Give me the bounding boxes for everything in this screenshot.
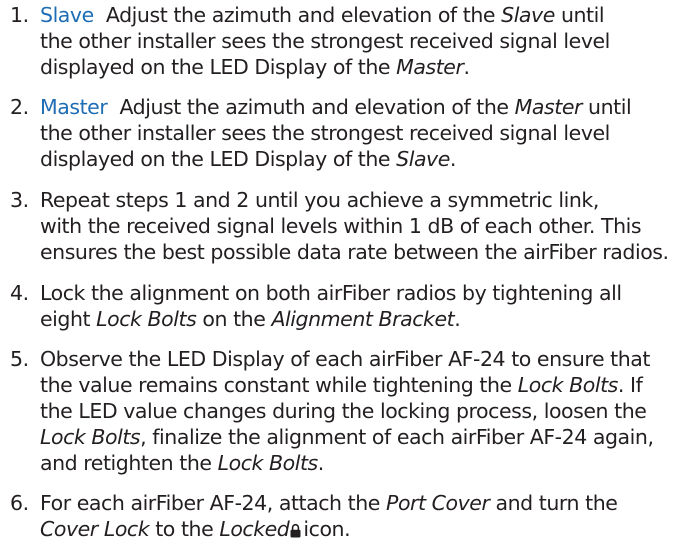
- step-line: with the received signal levels within 1…: [40, 213, 695, 239]
- text-run: and turn the: [489, 491, 618, 515]
- step-line: displayed on the LED Display of the Mast…: [40, 54, 695, 80]
- text-run: displayed on the LED Display of the: [40, 147, 397, 171]
- step-keyword: Master: [40, 95, 108, 119]
- emphasis-term: Lock Bolts: [517, 373, 619, 397]
- emphasis-term: Locked: [219, 517, 290, 541]
- lock-icon: [290, 518, 301, 544]
- text-run: Lock the alignment on both airFiber radi…: [40, 281, 622, 305]
- step-text: Repeat steps 1 and 2 until you achieve a…: [40, 187, 695, 265]
- step-line: eight Lock Bolts on the Alignment Bracke…: [40, 306, 695, 332]
- step-line: Repeat steps 1 and 2 until you achieve a…: [40, 187, 695, 213]
- step-number: 5.: [10, 347, 29, 371]
- step-text: Lock the alignment on both airFiber radi…: [40, 280, 695, 332]
- step-text: Master Adjust the azimuth and elevation …: [40, 94, 695, 172]
- emphasis-term: Master: [514, 95, 583, 119]
- step-line: the value remains constant while tighten…: [40, 372, 695, 398]
- emphasis-term: Slave: [501, 3, 555, 27]
- text-run: ensures the best possible data rate betw…: [40, 240, 669, 264]
- text-run: until: [581, 95, 632, 119]
- text-run: . If: [617, 373, 643, 397]
- text-run: .: [449, 147, 457, 171]
- text-run: on the: [196, 307, 272, 331]
- emphasis-term: Lock Bolts: [40, 425, 141, 449]
- text-run: .: [454, 307, 461, 331]
- text-run: the other installer sees the strongest r…: [40, 121, 610, 145]
- text-run: , finalize the alignment of each airFibe…: [140, 425, 654, 449]
- step-number: 2.: [10, 95, 29, 119]
- emphasis-term: Alignment Bracket: [271, 307, 455, 331]
- step-text: For each airFiber AF-24, attach the Port…: [40, 490, 695, 544]
- emphasis-term: Cover Lock: [40, 517, 150, 541]
- emphasis-term: Lock Bolts: [217, 451, 319, 475]
- step-line: Master Adjust the azimuth and elevation …: [40, 94, 695, 120]
- step-line: Cover Lock to the Locked icon.: [40, 516, 695, 544]
- step-text: Observe the LED Display of each airFiber…: [40, 346, 695, 476]
- text-run: Observe the LED Display of each airFiber…: [40, 347, 651, 371]
- step-line: Lock Bolts, finalize the alignment of ea…: [40, 424, 695, 450]
- step-line: displayed on the LED Display of the Slav…: [40, 146, 695, 172]
- text-run: .: [463, 55, 470, 79]
- emphasis-term: Slave: [396, 147, 450, 171]
- text-run: the LED value changes during the locking…: [40, 399, 647, 423]
- step-line: Slave Adjust the azimuth and elevation o…: [40, 2, 695, 28]
- text-run: Adjust the azimuth and elevation of the: [119, 95, 515, 119]
- step-keyword: Slave: [40, 3, 94, 27]
- step-number: 3.: [10, 188, 29, 212]
- text-run: the value remains constant while tighten…: [40, 373, 518, 397]
- step-line: Lock the alignment on both airFiber radi…: [40, 280, 695, 306]
- text-run: and retighten the: [40, 451, 218, 475]
- step-line: and retighten the Lock Bolts.: [40, 450, 695, 476]
- text-run: icon.: [303, 517, 351, 541]
- text-run: with the received signal levels within 1…: [40, 214, 642, 238]
- text-run: For each airFiber AF-24, attach the: [40, 491, 387, 515]
- text-run: the other installer sees the strongest r…: [40, 29, 610, 53]
- step-number: 4.: [10, 281, 29, 305]
- text-run: .: [317, 451, 325, 475]
- step-line: ensures the best possible data rate betw…: [40, 239, 695, 265]
- step-text: Slave Adjust the azimuth and elevation o…: [40, 2, 695, 80]
- step-line: the LED value changes during the locking…: [40, 398, 695, 424]
- step-line: the other installer sees the strongest r…: [40, 28, 695, 54]
- alignment-steps-list: 1. Slave Adjust the azimuth and elevatio…: [0, 0, 697, 541]
- emphasis-term: Port Cover: [386, 491, 490, 515]
- step-number: 1.: [10, 3, 29, 27]
- step-number: 6.: [10, 491, 29, 515]
- text-run: Adjust the azimuth and elevation of the: [105, 3, 502, 27]
- step-line: the other installer sees the strongest r…: [40, 120, 695, 146]
- text-run: displayed on the LED Display of the: [40, 55, 397, 79]
- step-line: For each airFiber AF-24, attach the Port…: [40, 490, 695, 516]
- text-run: Repeat steps 1 and 2 until you achieve a…: [40, 188, 599, 212]
- emphasis-term: Master: [396, 55, 464, 79]
- text-run: to the: [149, 517, 220, 541]
- emphasis-term: Lock Bolts: [96, 307, 197, 331]
- step-line: Observe the LED Display of each airFiber…: [40, 346, 695, 372]
- text-run: eight: [40, 307, 97, 331]
- text-run: until: [554, 3, 605, 27]
